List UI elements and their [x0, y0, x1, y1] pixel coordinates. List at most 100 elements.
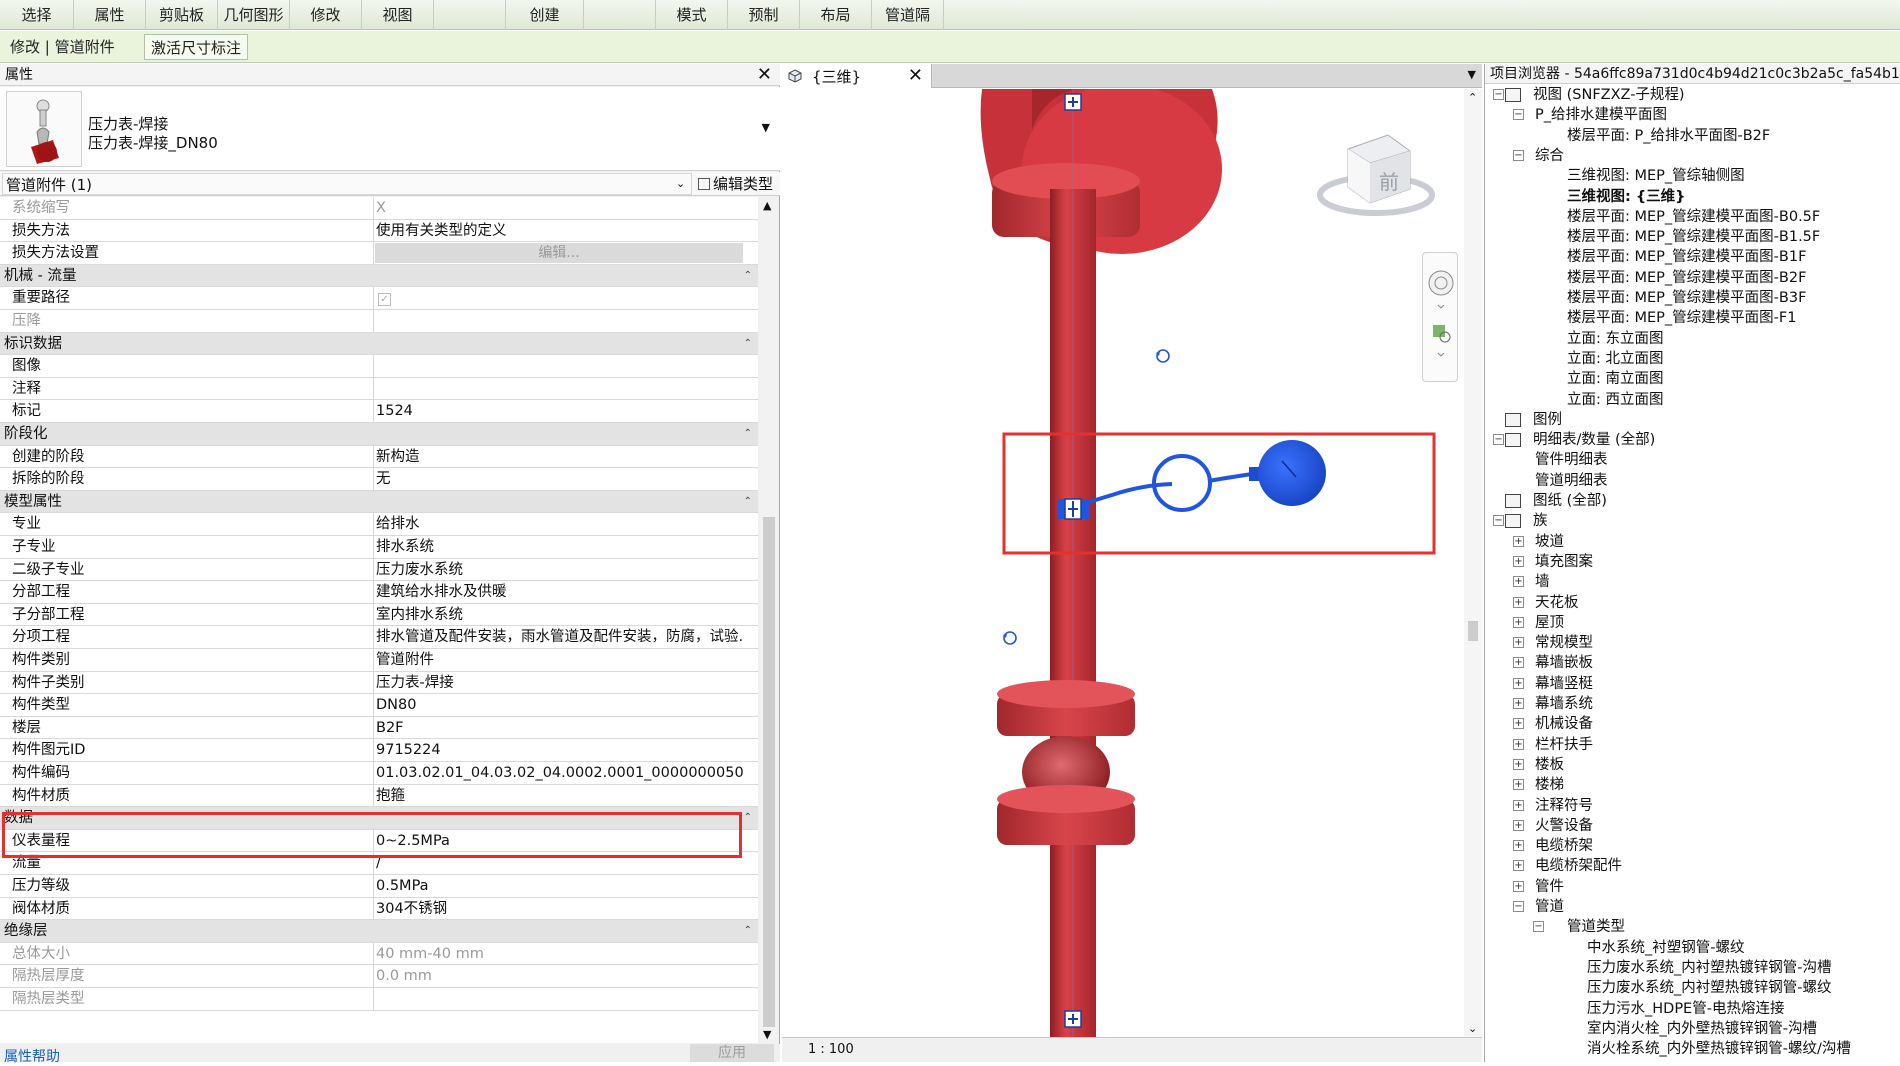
scroll-up-icon[interactable]: ⌃	[1468, 91, 1477, 104]
expand-icon[interactable]: +	[1513, 840, 1524, 852]
property-value[interactable]: 压力表-焊接	[375, 672, 743, 694]
zoom-icon[interactable]	[1433, 325, 1451, 343]
property-group-header[interactable]: 模型属性 ⌃	[0, 490, 758, 514]
property-row[interactable]: 重要路径 ✓	[0, 287, 758, 310]
loss-method-edit-button[interactable]: 编辑...	[375, 243, 743, 264]
instance-filter-dropdown[interactable]: 管道附件 (1)	[2, 173, 692, 195]
property-row[interactable]: 压降	[0, 310, 758, 333]
ribbon-tab[interactable]: 几何图形	[218, 0, 290, 30]
property-value[interactable]: 9715224	[375, 739, 743, 761]
expand-icon[interactable]: +	[1513, 535, 1524, 547]
browser-tree-item[interactable]: 楼层平面: MEP_管综建模平面图-B0.5F	[1567, 207, 1820, 227]
ribbon-tab[interactable]: 剪贴板	[146, 0, 218, 30]
properties-help-link[interactable]: 属性帮助	[4, 1046, 60, 1066]
browser-tree-item[interactable]: 坡道	[1535, 532, 1564, 552]
expand-icon[interactable]: +	[1513, 677, 1524, 689]
expand-icon[interactable]: +	[1513, 738, 1524, 750]
property-group-header[interactable]: 标识数据 ⌃	[0, 332, 758, 356]
property-value[interactable]	[375, 355, 743, 377]
browser-tree-item[interactable]: 压力废水系统_内衬塑热镀锌钢管-螺纹	[1587, 978, 1831, 998]
move-grip-bottom-icon[interactable]	[1064, 1010, 1082, 1028]
property-value[interactable]: 新构造	[375, 446, 743, 468]
view-menu-icon[interactable]: ▼	[1468, 68, 1476, 81]
property-row[interactable]: 构件图元ID 9715224	[0, 739, 758, 762]
property-row[interactable]: 创建的阶段 新构造	[0, 445, 758, 469]
expand-icon[interactable]: +	[1513, 860, 1524, 872]
browser-tree-item[interactable]: 视图 (SNFZXZ-子规程)	[1533, 85, 1685, 105]
browser-tree-item[interactable]: 墙	[1535, 572, 1550, 592]
property-row[interactable]: 构件材质 抱箍	[0, 784, 758, 808]
browser-tree-item[interactable]: 立面: 南立面图	[1567, 369, 1664, 389]
expand-icon[interactable]: +	[1513, 819, 1524, 831]
property-value[interactable]: 室内排水系统	[375, 604, 743, 626]
browser-tree-item[interactable]: 族	[1533, 511, 1548, 531]
property-row[interactable]: 仪表量程 0~2.5MPa	[0, 829, 758, 853]
browser-tree-item[interactable]: 管道明细表	[1535, 471, 1608, 491]
chevron-down-icon[interactable]: ▼	[762, 121, 770, 134]
ribbon-tab[interactable]: 管道隔热...	[872, 0, 944, 54]
expand-icon[interactable]: +	[1513, 576, 1524, 588]
ribbon-tab[interactable]: 视图	[362, 0, 434, 30]
property-row[interactable]: 构件类型 DN80	[0, 694, 758, 717]
scroll-down-icon[interactable]: ▼	[763, 1028, 771, 1041]
collapse-icon[interactable]: −	[1493, 89, 1504, 100]
browser-tree-item[interactable]: 幕墙嵌板	[1535, 653, 1593, 673]
activate-dimensions-button[interactable]: 激活尺寸标注	[144, 34, 249, 60]
rotate-icon[interactable]	[1156, 349, 1170, 363]
property-row[interactable]: 注释	[0, 377, 758, 401]
chevron-down-icon[interactable]: ⌄	[676, 173, 685, 195]
chevron-down-icon[interactable]	[1437, 352, 1445, 357]
scroll-up-icon[interactable]: ▲	[763, 199, 771, 212]
property-value[interactable]	[375, 378, 743, 400]
ribbon-tab[interactable]	[434, 0, 506, 30]
browser-tree-item[interactable]: 楼层平面: MEP_管综建模平面图-B1F	[1567, 247, 1806, 267]
collapse-icon[interactable]: ⌃	[744, 333, 752, 355]
property-row[interactable]: 二级子专业 压力废水系统	[0, 558, 758, 582]
property-value[interactable]: 无	[375, 468, 743, 490]
3d-model-canvas[interactable]: 前	[782, 89, 1464, 1037]
browser-tree-item[interactable]: 楼层平面: MEP_管综建模平面图-B3F	[1567, 288, 1806, 308]
expand-icon[interactable]: +	[1513, 616, 1524, 628]
close-icon[interactable]: ✕	[757, 64, 772, 86]
ribbon-tab[interactable]: 选择	[0, 0, 74, 30]
property-value[interactable]: B2F	[375, 717, 743, 739]
browser-tree-item[interactable]: 楼板	[1535, 755, 1564, 775]
property-row[interactable]: 楼层 B2F	[0, 716, 758, 740]
property-row[interactable]: 压力等级 0.5MPa	[0, 875, 758, 898]
rotate-icon[interactable]	[1003, 631, 1017, 645]
edit-type-button[interactable]: 编辑类型	[698, 173, 773, 195]
view-scrollbar[interactable]: ⌃ ⌄	[1464, 89, 1482, 1037]
browser-tree-item[interactable]: 压力污水_HDPE管-电热熔连接	[1587, 999, 1784, 1019]
chevron-down-icon[interactable]	[1437, 304, 1445, 309]
browser-tree-item[interactable]: 立面: 东立面图	[1567, 329, 1664, 349]
browser-tree-item[interactable]: 楼层平面: P_给排水平面图-B2F	[1567, 126, 1770, 146]
expand-icon[interactable]: +	[1513, 758, 1524, 770]
browser-tree-item[interactable]: 楼层平面: MEP_管综建模平面图-B1.5F	[1567, 227, 1820, 247]
expand-icon[interactable]: +	[1513, 880, 1524, 892]
expand-icon[interactable]: +	[1513, 596, 1524, 608]
browser-tree-item[interactable]: 幕墙系统	[1535, 694, 1593, 714]
collapse-icon[interactable]: ⌃	[744, 491, 752, 513]
property-row[interactable]: 流量 /	[0, 852, 758, 875]
browser-tree-item[interactable]: 室内消火栓_内外壁热镀锌钢管-沟槽	[1587, 1019, 1817, 1039]
browser-tree-item[interactable]: 立面: 西立面图	[1567, 390, 1664, 410]
ribbon-tab[interactable]	[584, 0, 656, 30]
property-row[interactable]: 图像	[0, 355, 758, 378]
ribbon-tab[interactable]: 属性	[74, 0, 146, 30]
collapse-icon[interactable]: ⌃	[744, 423, 752, 445]
property-row[interactable]: 专业 给排水	[0, 513, 758, 536]
ribbon-tab[interactable]: 修改	[290, 0, 362, 30]
tab-3d-view[interactable]: {三维} ✕	[782, 64, 932, 88]
collapse-icon[interactable]: −	[1513, 149, 1524, 161]
browser-tree-item[interactable]: 管件	[1535, 877, 1564, 897]
browser-tree-item[interactable]: 机械设备	[1535, 714, 1593, 734]
expand-icon[interactable]: +	[1513, 657, 1524, 669]
property-row[interactable]: 分部工程 建筑给水排水及供暖	[0, 581, 758, 604]
browser-tree-item[interactable]: 常规模型	[1535, 633, 1593, 653]
property-row[interactable]: 构件编码 01.03.02.01_04.03.02_04.0002.0001_00…	[0, 762, 758, 785]
property-row[interactable]: 分项工程 排水管道及配件安装，雨水管道及配件安装，防腐，试验...	[0, 626, 758, 649]
expand-icon[interactable]: +	[1513, 698, 1524, 709]
properties-scrollbar[interactable]: ▲ ▼	[760, 197, 778, 1043]
property-group-header[interactable]: 机械 - 流量 ⌃	[0, 264, 758, 288]
browser-tree-item[interactable]: 火警设备	[1535, 816, 1593, 836]
